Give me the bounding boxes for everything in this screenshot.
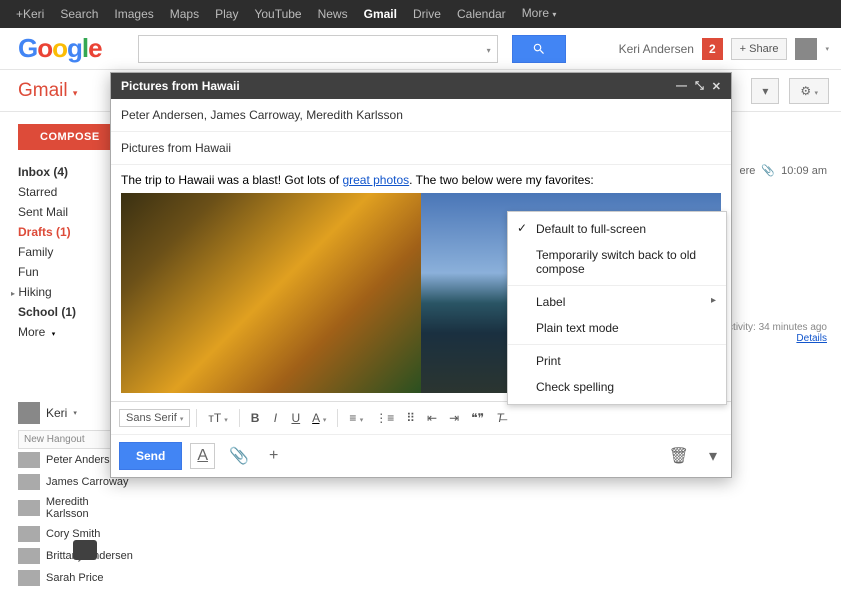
message-meta: ere 📎 10:09 am	[740, 164, 827, 177]
nav-play[interactable]: Play	[207, 0, 246, 28]
compose-title-text: Pictures from Hawaii	[121, 79, 668, 93]
close-icon[interactable]: ✕	[712, 80, 721, 93]
bold-button[interactable]: B	[246, 408, 265, 428]
unordered-list-icon: ⠿	[406, 411, 415, 425]
paperclip-icon: 📎	[761, 164, 775, 177]
message-time: 10:09 am	[781, 165, 827, 177]
insert-more-button[interactable]: +	[263, 443, 284, 469]
nav-images[interactable]: Images	[106, 0, 161, 28]
align-button[interactable]: ≡ ▾	[344, 408, 368, 428]
nav-drive[interactable]: Drive	[405, 0, 449, 28]
search-input[interactable]: ▾	[138, 35, 498, 63]
nav-news[interactable]: News	[310, 0, 356, 28]
indent-less-button[interactable]: ⇤	[422, 408, 442, 428]
compose-button[interactable]: COMPOSE	[18, 124, 122, 150]
font-size-icon: тT	[208, 411, 221, 425]
menu-label[interactable]: Label	[508, 289, 726, 315]
format-toolbar: Sans Serif ▾ тT ▾ B I U A ▾ ≡ ▾ ⋮≡ ⠿ ⇤ ⇥…	[111, 401, 731, 434]
menu-switch-old-compose[interactable]: Temporarily switch back to old compose	[508, 242, 726, 282]
profile-avatar	[18, 402, 40, 424]
settings-button[interactable]: ⚙ ▾	[789, 78, 829, 104]
user-name[interactable]: Keri Andersen	[619, 42, 694, 56]
contact-item[interactable]: Meredith Karlsson	[18, 493, 134, 523]
body-link[interactable]: great photos	[342, 173, 409, 187]
toolbar-dropdown[interactable]: ▾	[751, 78, 779, 104]
nav-maps[interactable]: Maps	[162, 0, 207, 28]
nav-youtube[interactable]: YouTube	[246, 0, 309, 28]
quote-button[interactable]: ❝❞	[466, 408, 489, 428]
search-dropdown-icon[interactable]: ▾	[487, 46, 491, 55]
nav-calendar[interactable]: Calendar	[449, 0, 514, 28]
google-top-nav: +Keri Search Images Maps Play YouTube Ne…	[0, 0, 841, 28]
indent-more-icon: ⇥	[449, 411, 459, 425]
search-button[interactable]	[512, 35, 566, 63]
font-family-select[interactable]: Sans Serif ▾	[119, 409, 190, 427]
minimize-icon[interactable]: —	[676, 80, 687, 92]
more-options-button[interactable]: ▾	[703, 442, 723, 470]
details-link[interactable]: Details	[796, 333, 827, 344]
recipients-field[interactable]: Peter Andersen, James Carroway, Meredith…	[111, 99, 731, 132]
search-icon	[532, 42, 546, 56]
font-size-button[interactable]: тT ▾	[203, 408, 232, 428]
italic-button[interactable]: I	[266, 408, 284, 428]
quote-icon: ❝❞	[471, 411, 484, 425]
ordered-list-icon: ⋮≡	[375, 411, 394, 425]
indent-more-button[interactable]: ⇥	[444, 408, 464, 428]
compose-options-menu: Default to full-screen Temporarily switc…	[507, 211, 727, 405]
menu-check-spelling[interactable]: Check spelling	[508, 374, 726, 400]
subject-field[interactable]: Pictures from Hawaii	[111, 132, 731, 165]
contact-item[interactable]: Sarah Price	[18, 567, 134, 589]
menu-default-fullscreen[interactable]: Default to full-screen	[508, 216, 726, 242]
paperclip-icon: 📎	[229, 448, 249, 465]
share-button[interactable]: + Share	[731, 38, 788, 60]
underline-button[interactable]: U	[286, 408, 305, 428]
attach-button[interactable]: 📎	[223, 442, 255, 470]
chevron-down-icon: ▾	[709, 448, 717, 465]
indent-less-icon: ⇤	[427, 411, 437, 425]
new-hangout-input[interactable]: New Hangout	[18, 430, 118, 449]
nav-plus-keri[interactable]: +Keri	[8, 0, 52, 28]
gmail-product-switcher[interactable]: Gmail ▾	[18, 80, 77, 102]
compose-titlebar[interactable]: Pictures from Hawaii — ⤡ ✕	[111, 73, 731, 99]
nav-search[interactable]: Search	[52, 0, 106, 28]
clear-format-icon: T̶	[496, 411, 503, 425]
discard-button[interactable]: 🗑	[663, 442, 695, 470]
google-logo: Google	[18, 33, 102, 64]
trash-icon: 🗑	[669, 448, 689, 465]
notification-badge[interactable]: 2	[702, 38, 723, 60]
send-button[interactable]: Send	[119, 442, 182, 470]
google-bar: Google ▾ Keri Andersen 2 + Share ▾	[0, 28, 841, 70]
account-dropdown-icon[interactable]: ▾	[825, 45, 829, 53]
clear-format-button[interactable]: T̶	[491, 408, 509, 428]
text-color-button[interactable]: A ▾	[307, 408, 331, 428]
menu-plain-text[interactable]: Plain text mode	[508, 315, 726, 341]
nav-more[interactable]: More ▾	[514, 0, 565, 29]
popout-icon[interactable]: ⤡	[695, 80, 704, 93]
ordered-list-button[interactable]: ⋮≡	[370, 408, 399, 428]
profile-dropdown-icon[interactable]: ▾	[73, 409, 77, 417]
formatting-toggle[interactable]: A	[190, 443, 215, 469]
compose-window: Pictures from Hawaii — ⤡ ✕ Peter Anderse…	[110, 72, 732, 478]
activity-info: activity: 34 minutes ago Details	[723, 322, 828, 344]
attached-image-1[interactable]	[121, 193, 421, 393]
hangouts-icon[interactable]	[73, 540, 97, 560]
plus-icon: +	[269, 447, 278, 464]
menu-print[interactable]: Print	[508, 348, 726, 374]
unordered-list-button[interactable]: ⠿	[401, 408, 420, 428]
gear-icon: ⚙	[800, 84, 811, 98]
avatar[interactable]	[795, 38, 817, 60]
nav-gmail[interactable]: Gmail	[356, 0, 405, 28]
compose-bottom-bar: Send A 📎 + 🗑 ▾	[111, 434, 731, 477]
